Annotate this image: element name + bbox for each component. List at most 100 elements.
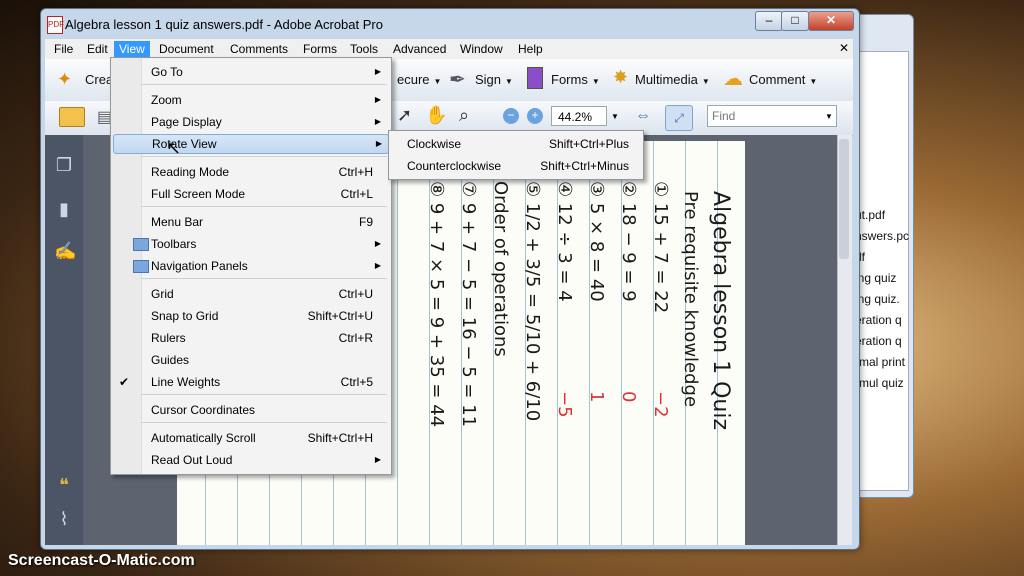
background-file-item[interactable]: eration q	[855, 331, 911, 352]
menu-comments[interactable]: Comments	[225, 41, 293, 57]
fit-width-icon[interactable]: ⇔	[635, 107, 651, 125]
forms-button[interactable]: Forms ▼	[551, 72, 600, 87]
create-button[interactable]: Crea	[85, 72, 113, 87]
zoom-dropdown-icon[interactable]: ▼	[611, 112, 619, 121]
fit-page-icon[interactable]: ⤢	[665, 105, 693, 131]
menu-item-label: Read Out Loud	[151, 453, 233, 467]
attachments-icon[interactable]: ⌇	[54, 509, 74, 531]
find-input[interactable]: Find	[707, 105, 837, 127]
secure-button[interactable]: ecure ▼	[397, 72, 441, 87]
watermark: Screencast-O-Matic.com	[8, 552, 195, 569]
handwritten-answer: −5	[554, 391, 575, 418]
menu-item-label: Guides	[151, 353, 190, 367]
close-button[interactable]: ✕	[808, 11, 854, 31]
menu-item-read-out-loud[interactable]: Read Out Loud ▶	[113, 450, 387, 470]
menu-item-counterclockwise[interactable]: Counterclockwise Shift+Ctrl+Minus	[391, 156, 641, 176]
close-document-icon[interactable]: ✕	[839, 41, 849, 55]
menu-item-navigation-panels[interactable]: Navigation Panels ▶	[113, 256, 387, 276]
scrollbar-thumb[interactable]	[839, 139, 849, 259]
document-title: Algebra lesson 1 Quiz	[708, 191, 733, 431]
menu-item-snap-to-grid[interactable]: Snap to Grid Shift+Ctrl+U	[113, 306, 387, 326]
background-file-item[interactable]: df	[855, 247, 911, 268]
submenu-arrow-icon: ▶	[374, 239, 381, 248]
menu-view[interactable]: View	[114, 41, 150, 57]
menu-item-shortcut: Shift+Ctrl+Plus	[548, 137, 629, 151]
menu-document[interactable]: Document	[154, 41, 219, 57]
comments-panel-icon[interactable]: ❝	[54, 475, 74, 497]
menu-item-shortcut: Ctrl+5	[340, 375, 373, 389]
zoom-out-icon[interactable]: −	[503, 108, 519, 124]
find-dropdown-icon[interactable]: ▼	[825, 112, 833, 121]
handwritten-answer: 0	[618, 391, 639, 403]
forms-label: Forms	[551, 72, 588, 87]
pen-icon: ✒	[449, 69, 466, 91]
menu-item-page-display[interactable]: Page Display ▶	[113, 112, 387, 132]
sign-button[interactable]: Sign ▼	[475, 72, 513, 87]
menu-item-guides[interactable]: Guides	[113, 350, 387, 370]
menu-item-zoom[interactable]: Zoom ▶	[113, 90, 387, 110]
menu-item-label: Zoom	[151, 93, 182, 107]
menu-item-cursor-coordinates[interactable]: Cursor Coordinates	[113, 400, 387, 420]
document-subtitle: Pre requisite knowledge	[680, 191, 701, 408]
zoom-in-icon[interactable]: +	[527, 108, 543, 124]
handwritten-line: ⑧ 9 + 7 × 5 = 9 + 35 = 44	[426, 181, 447, 428]
hand-tool-icon[interactable]: ✋	[425, 105, 447, 126]
title-bar[interactable]: PDF Algebra lesson 1 quiz answers.pdf - …	[41, 9, 859, 39]
comment-button[interactable]: Comment ▼	[749, 72, 817, 87]
background-file-item[interactable]: ing quiz.	[855, 289, 911, 310]
maximize-button[interactable]: □	[781, 11, 809, 31]
menu-item-label: Clockwise	[407, 137, 462, 151]
select-tool-icon[interactable]: ➚	[397, 105, 412, 126]
menu-item-shortcut: Shift+Ctrl+Minus	[540, 159, 629, 173]
background-file-item[interactable]: ing quiz	[855, 268, 911, 289]
menu-item-label: Toolbars	[151, 237, 197, 251]
menu-item-toolbars[interactable]: Toolbars ▶	[113, 234, 387, 254]
minimize-button[interactable]: –	[755, 11, 783, 31]
menu-item-clockwise[interactable]: Clockwise Shift+Ctrl+Plus	[391, 134, 641, 154]
zoom-tool-icon[interactable]: ⌕	[459, 105, 469, 126]
menu-item-go-to[interactable]: Go To ▶	[113, 62, 387, 82]
menu-item-shortcut: Shift+Ctrl+H	[307, 431, 373, 445]
menu-window[interactable]: Window	[455, 41, 508, 57]
submenu-arrow-icon: ▶	[375, 139, 382, 148]
sign-label: Sign	[475, 72, 502, 87]
background-file-item[interactable]: eration q	[855, 310, 911, 331]
menu-item-line-weights[interactable]: ✔ Line Weights Ctrl+5	[113, 372, 387, 392]
menu-item-shortcut: Ctrl+U	[338, 287, 373, 301]
menu-item-rotate-view[interactable]: Rotate View ▶	[113, 134, 389, 154]
menu-item-full-screen-mode[interactable]: Full Screen Mode Ctrl+L	[113, 184, 387, 204]
menu-item-shortcut: Ctrl+R	[338, 331, 373, 345]
background-file-item[interactable]: rmul quiz	[855, 373, 911, 394]
background-file-item[interactable]: nswers.pc	[855, 226, 911, 247]
menu-edit[interactable]: Edit	[82, 41, 113, 57]
menu-file[interactable]: File	[49, 41, 78, 57]
menu-item-automatically-scroll[interactable]: Automatically Scroll Shift+Ctrl+H	[113, 428, 387, 448]
menu-item-grid[interactable]: Grid Ctrl+U	[113, 284, 387, 304]
window-title: Algebra lesson 1 quiz answers.pdf - Adob…	[65, 17, 383, 32]
multimedia-button[interactable]: Multimedia ▼	[635, 72, 710, 87]
menu-item-menu-bar[interactable]: Menu Bar F9	[113, 212, 387, 232]
menu-item-label: Snap to Grid	[151, 309, 219, 323]
signatures-icon[interactable]: ✍	[54, 241, 76, 263]
bookmarks-icon[interactable]: ▮	[54, 199, 74, 221]
open-folder-icon[interactable]	[59, 107, 85, 127]
handwritten-line: ⑦ 9 + 7 − 5 = 16 − 5 = 11	[458, 181, 479, 428]
menu-help[interactable]: Help	[513, 41, 548, 57]
menu-item-shortcut: Ctrl+L	[340, 187, 373, 201]
secure-label: ecure	[397, 72, 430, 87]
background-file-item[interactable]: rmal print	[855, 352, 911, 373]
menu-item-reading-mode[interactable]: Reading Mode Ctrl+H	[113, 162, 387, 182]
handwritten-line: ④ 12 ÷ 3 = 4	[554, 181, 575, 302]
comment-label: Comment	[749, 72, 806, 87]
background-file-item[interactable]: ut.pdf	[855, 205, 911, 226]
submenu-arrow-icon: ▶	[374, 67, 381, 76]
menu-forms[interactable]: Forms	[298, 41, 342, 57]
zoom-level-field[interactable]: 44.2%	[551, 106, 607, 126]
menu-item-shortcut: Shift+Ctrl+U	[307, 309, 373, 323]
menu-tools[interactable]: Tools	[345, 41, 383, 57]
menu-item-rulers[interactable]: Rulers Ctrl+R	[113, 328, 387, 348]
multimedia-label: Multimedia	[635, 72, 698, 87]
handwritten-line: ② 18 − 9 = 9	[618, 181, 639, 302]
pages-icon[interactable]: ❐	[54, 155, 74, 177]
menu-advanced[interactable]: Advanced	[388, 41, 451, 57]
